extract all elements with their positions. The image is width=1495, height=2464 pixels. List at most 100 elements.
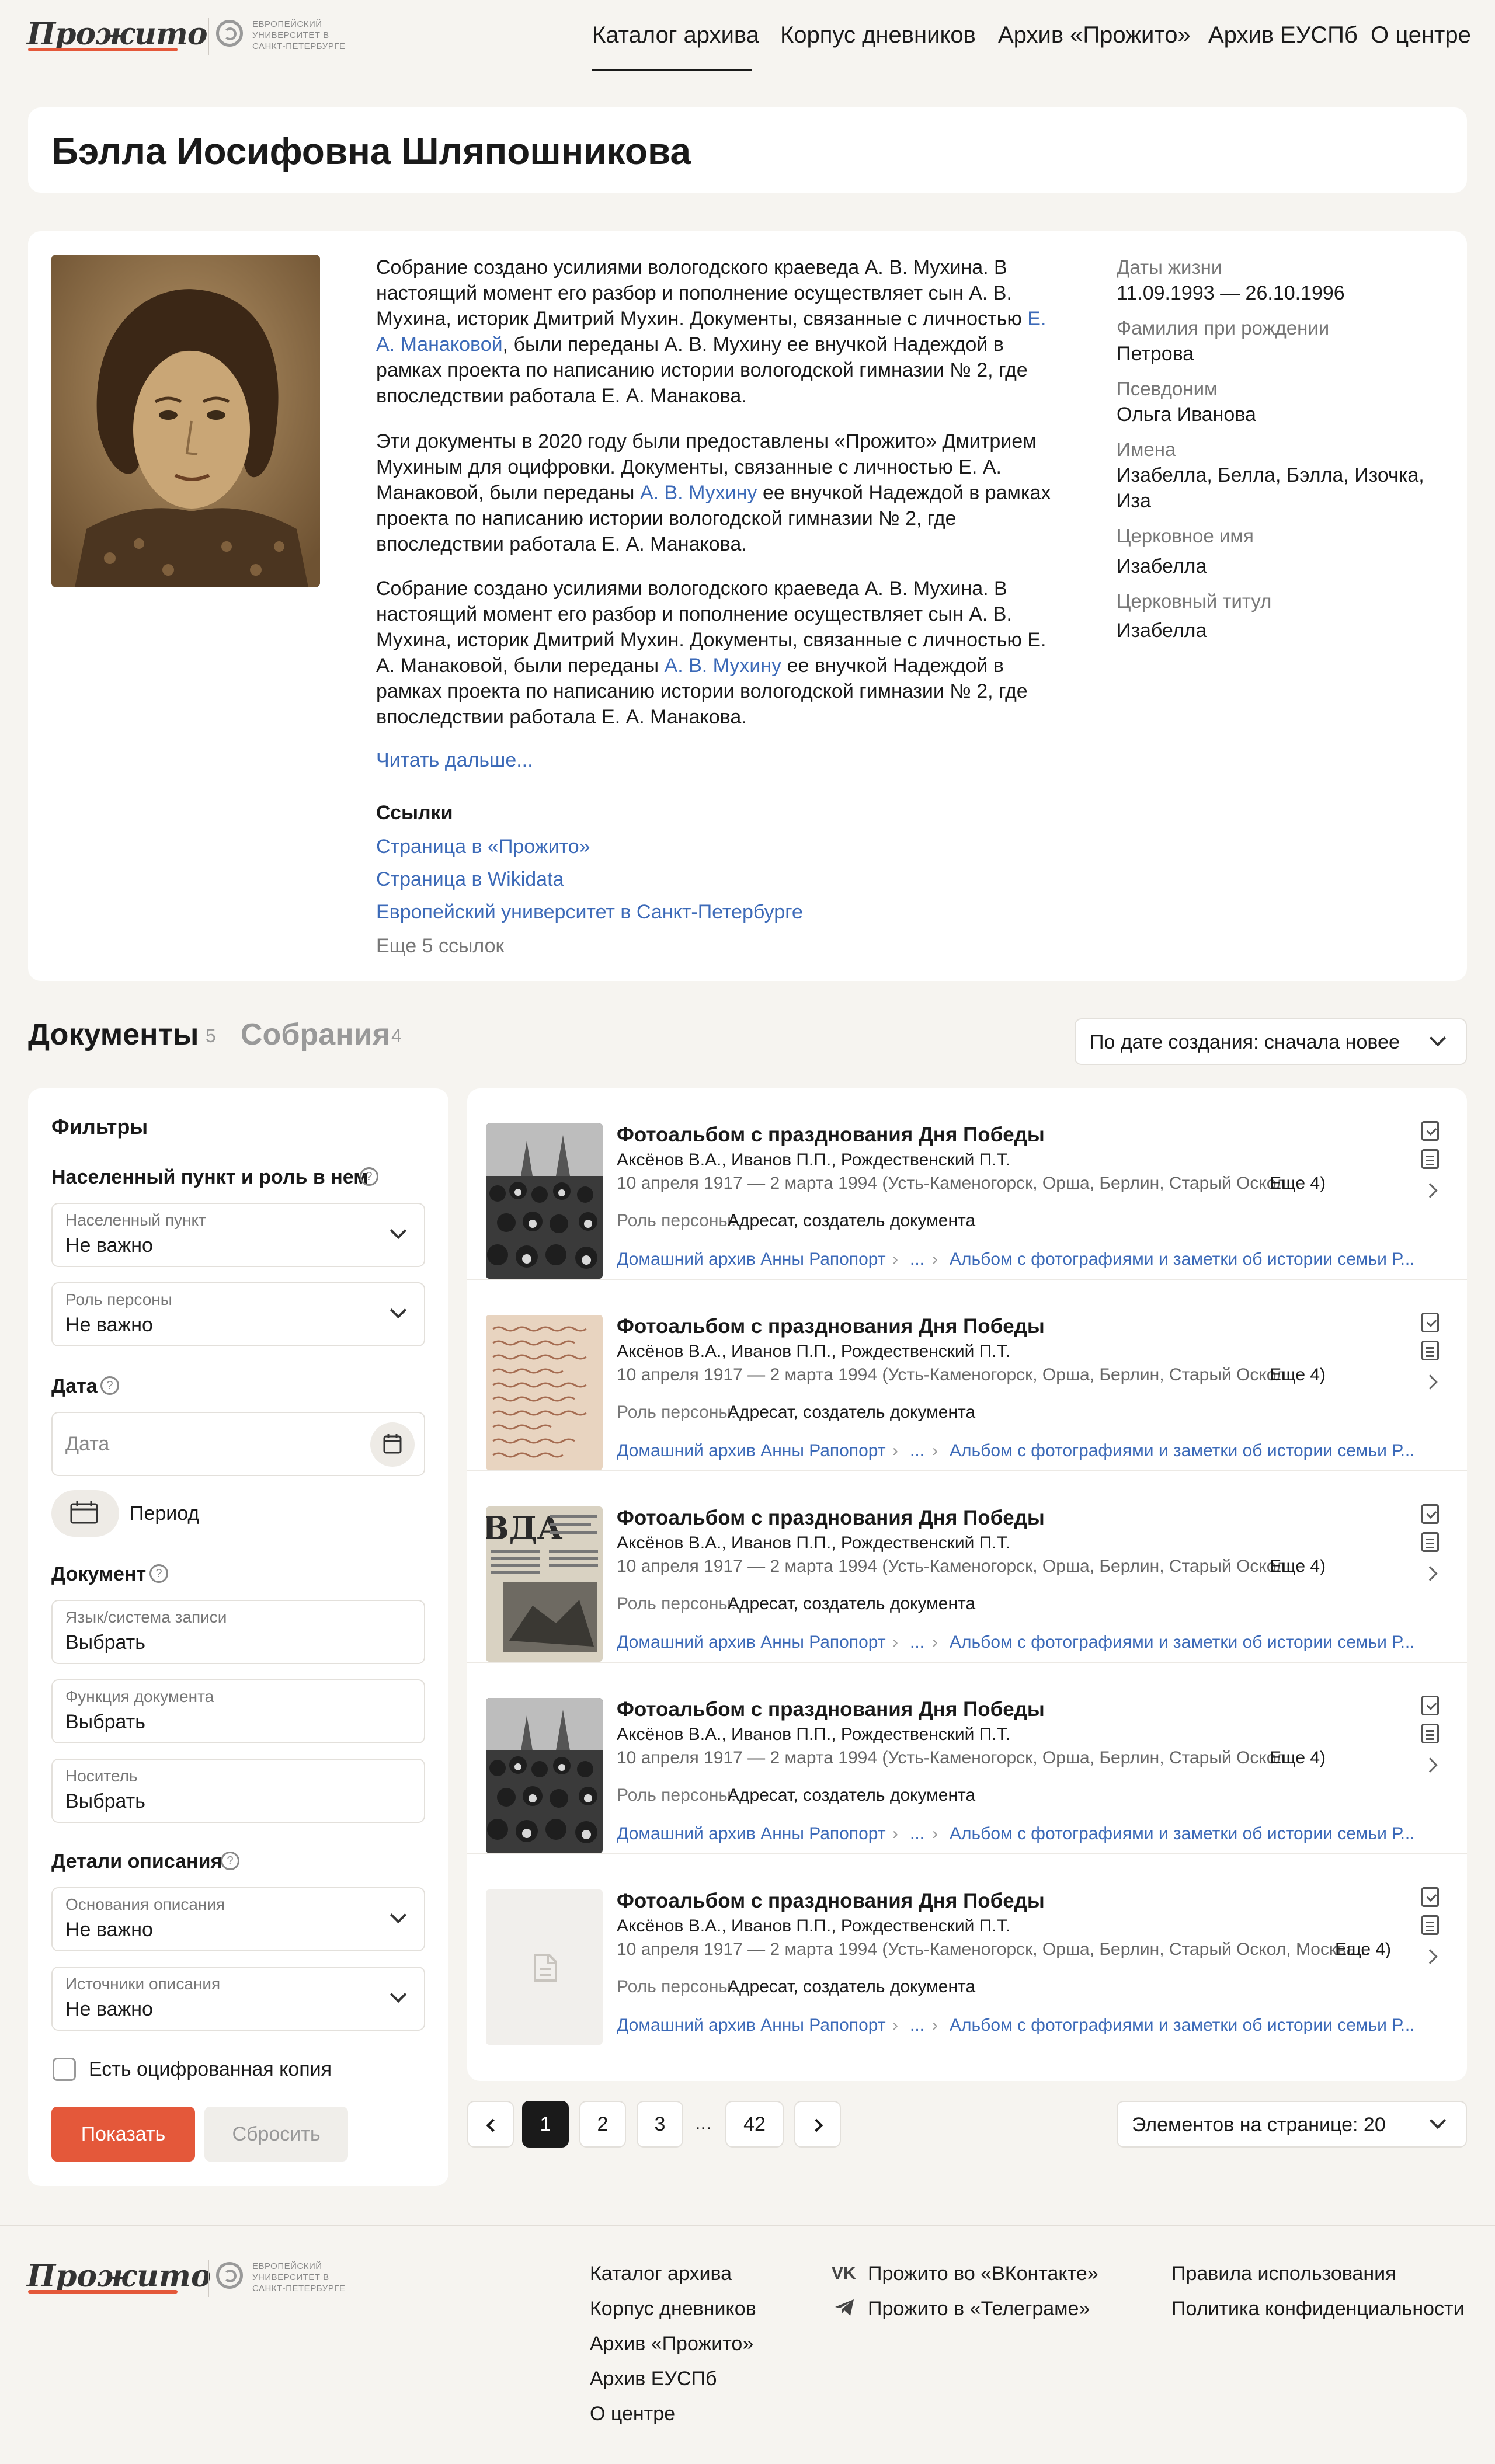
link-wikidata[interactable]: Страница в Wikidata xyxy=(376,866,564,892)
settlement-select[interactable]: Населенный пункт Не важно xyxy=(51,1203,425,1267)
footer-nav-archive-eusp[interactable]: Архив ЕУСПб xyxy=(590,2366,717,2392)
nav-archive-prozhito[interactable]: Архив «Прожито» xyxy=(998,20,1191,50)
bio-link-mukhin[interactable]: А. В. Мухину xyxy=(640,482,757,504)
result-row[interactable]: Фотоальбом с празднования Дня Победы Акс… xyxy=(467,1854,1467,2046)
result-title[interactable]: Фотоальбом с празднования Дня Победы xyxy=(617,1888,1045,1914)
result-row[interactable]: Фотоальбом с празднования Дня Победы Акс… xyxy=(467,1088,1467,1280)
next-page-button[interactable] xyxy=(794,2101,841,2148)
page-2-button[interactable]: 2 xyxy=(579,2101,626,2148)
help-icon[interactable]: ? xyxy=(150,1564,168,1583)
carrier-select[interactable]: Носитель Выбрать xyxy=(51,1759,425,1823)
date-input[interactable]: Дата xyxy=(51,1412,425,1476)
function-select[interactable]: Функция документа Выбрать xyxy=(51,1679,425,1743)
result-breadcrumb-archive[interactable]: Домашний архив Анны Рапопорт xyxy=(617,1631,886,1654)
result-breadcrumb-album[interactable]: Альбом с фотографиями и заметки об истор… xyxy=(950,1823,1415,1845)
calendar-button[interactable] xyxy=(370,1422,415,1467)
result-title[interactable]: Фотоальбом с празднования Дня Победы xyxy=(617,1697,1045,1722)
result-more-places[interactable]: Еще 4) xyxy=(1270,1747,1326,1769)
link-eusp[interactable]: Европейский университет в Санкт-Петербур… xyxy=(376,899,803,925)
result-row[interactable]: ВДА Фотоальбом с празднования Дня Победы… xyxy=(467,1471,1467,1663)
breadcrumb-ellipsis[interactable]: ... xyxy=(910,1631,924,1654)
result-breadcrumb-album[interactable]: Альбом с фотографиями и заметки об истор… xyxy=(950,1631,1415,1654)
nav-about[interactable]: О центре xyxy=(1371,20,1471,50)
result-thumbnail-placeholder[interactable] xyxy=(486,1889,603,2045)
result-more-places[interactable]: Еще 4) xyxy=(1270,1555,1326,1578)
prev-page-button[interactable] xyxy=(467,2101,514,2148)
breadcrumb-ellipsis[interactable]: ... xyxy=(910,2014,924,2037)
result-row[interactable]: Фотоальбом с празднования Дня Победы Акс… xyxy=(467,1663,1467,1854)
document-icon[interactable] xyxy=(1421,1341,1439,1360)
show-button[interactable]: Показать xyxy=(51,2107,195,2162)
role-select[interactable]: Роль персоны Не важно xyxy=(51,1282,425,1346)
chevron-right-icon[interactable] xyxy=(1423,1374,1438,1390)
result-title[interactable]: Фотоальбом с празднования Дня Победы xyxy=(617,1314,1045,1339)
footer-nav-corpus[interactable]: Корпус дневников xyxy=(590,2296,756,2322)
tab-documents[interactable]: Документы xyxy=(28,1016,199,1053)
result-breadcrumb-album[interactable]: Альбом с фотографиями и заметки об истор… xyxy=(950,1248,1415,1271)
nav-corpus[interactable]: Корпус дневников xyxy=(780,20,976,50)
checklist-icon[interactable] xyxy=(1421,1313,1439,1332)
tab-collections[interactable]: Собрания xyxy=(241,1016,390,1053)
result-thumbnail[interactable] xyxy=(486,1123,603,1279)
period-toggle-button[interactable] xyxy=(51,1490,119,1537)
result-breadcrumb-archive[interactable]: Домашний архив Анны Рапопорт xyxy=(617,1823,886,1845)
footer-nav-catalog[interactable]: Каталог архива xyxy=(590,2261,732,2286)
breadcrumb-ellipsis[interactable]: ... xyxy=(910,1823,924,1845)
footer-prozhito-logo[interactable]: Прожито xyxy=(27,2260,211,2294)
result-breadcrumb-archive[interactable]: Домашний архив Анны Рапопорт xyxy=(617,2014,886,2037)
breadcrumb-ellipsis[interactable]: ... xyxy=(910,1248,924,1271)
help-icon[interactable]: ? xyxy=(221,1852,239,1870)
sources-select[interactable]: Источники описания Не важно xyxy=(51,1967,425,2031)
footer-terms-link[interactable]: Правила использования xyxy=(1171,2261,1396,2286)
result-row[interactable]: Фотоальбом с празднования Дня Победы Акс… xyxy=(467,1280,1467,1471)
result-breadcrumb-album[interactable]: Альбом с фотографиями и заметки об истор… xyxy=(950,2014,1415,2037)
footer-vk-link[interactable]: Прожито во «ВКонтакте» xyxy=(868,2261,1098,2286)
digital-copy-checkbox[interactable] xyxy=(53,2058,76,2081)
prozhito-logo[interactable]: Прожито xyxy=(27,18,208,51)
language-select[interactable]: Язык/система записи Выбрать xyxy=(51,1600,425,1664)
result-breadcrumb-archive[interactable]: Домашний архив Анны Рапопорт xyxy=(617,1248,886,1271)
footer-telegram-link[interactable]: Прожито в «Телеграме» xyxy=(868,2296,1090,2322)
result-more-places[interactable]: Еще 4) xyxy=(1270,1172,1326,1195)
chevron-right-icon[interactable] xyxy=(1423,1183,1438,1198)
eusp-logo-icon[interactable] xyxy=(216,20,243,47)
nav-catalog[interactable]: Каталог архива xyxy=(592,20,759,50)
page-3-button[interactable]: 3 xyxy=(637,2101,683,2148)
checklist-icon[interactable] xyxy=(1421,1504,1439,1524)
checklist-icon[interactable] xyxy=(1421,1887,1439,1907)
breadcrumb-ellipsis[interactable]: ... xyxy=(910,1440,924,1462)
result-title[interactable]: Фотоальбом с празднования Дня Победы xyxy=(617,1122,1045,1148)
footer-privacy-link[interactable]: Политика конфиденциальности xyxy=(1171,2296,1465,2322)
result-more-places[interactable]: Еще 4) xyxy=(1270,1364,1326,1386)
chevron-right-icon[interactable] xyxy=(1423,1757,1438,1773)
basis-select[interactable]: Основания описания Не важно xyxy=(51,1887,425,1951)
footer-nav-archive-prozhito[interactable]: Архив «Прожито» xyxy=(590,2331,753,2357)
result-more-places[interactable]: Еще 4) xyxy=(1335,1939,1391,1961)
result-title[interactable]: Фотоальбом с празднования Дня Победы xyxy=(617,1505,1045,1531)
read-more-link[interactable]: Читать дальше... xyxy=(376,747,533,773)
result-breadcrumb-album[interactable]: Альбом с фотографиями и заметки об истор… xyxy=(950,1440,1415,1462)
page-1-button[interactable]: 1 xyxy=(522,2101,569,2148)
nav-archive-eusp[interactable]: Архив ЕУСПб xyxy=(1208,20,1358,50)
document-icon[interactable] xyxy=(1421,1149,1439,1169)
per-page-select[interactable]: Элементов на странице: 20 xyxy=(1117,2101,1467,2148)
help-icon[interactable]: ? xyxy=(100,1376,119,1395)
chevron-right-icon[interactable] xyxy=(1423,1566,1438,1581)
chevron-right-icon[interactable] xyxy=(1423,1949,1438,1964)
bio-link-mukhin-2[interactable]: А. В. Мухину xyxy=(665,655,782,677)
help-icon[interactable]: ? xyxy=(360,1167,378,1186)
document-icon[interactable] xyxy=(1421,1532,1439,1552)
result-thumbnail[interactable] xyxy=(486,1698,603,1853)
document-icon[interactable] xyxy=(1421,1915,1439,1935)
footer-eusp-logo-icon[interactable] xyxy=(216,2262,243,2289)
link-prozhito-page[interactable]: Страница в «Прожито» xyxy=(376,834,590,859)
document-icon[interactable] xyxy=(1421,1724,1439,1743)
result-breadcrumb-archive[interactable]: Домашний архив Анны Рапопорт xyxy=(617,1440,886,1462)
sort-select[interactable]: По дате создания: сначала новее xyxy=(1075,1018,1467,1065)
page-last-button[interactable]: 42 xyxy=(725,2101,784,2148)
more-links-toggle[interactable]: Еще 5 ссылок xyxy=(376,933,504,959)
footer-nav-about[interactable]: О центре xyxy=(590,2401,675,2427)
reset-button[interactable]: Сбросить xyxy=(204,2107,348,2162)
checklist-icon[interactable] xyxy=(1421,1696,1439,1715)
checklist-icon[interactable] xyxy=(1421,1121,1439,1141)
